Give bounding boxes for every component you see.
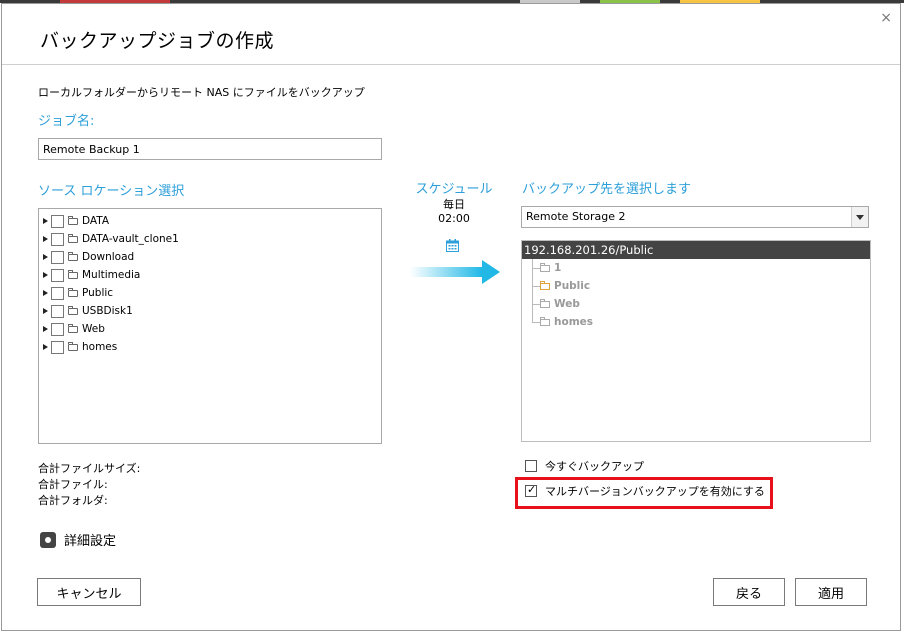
- dest-item-label: Web: [554, 298, 580, 310]
- apply-button[interactable]: 適用: [795, 578, 867, 606]
- expand-arrow-icon[interactable]: [43, 254, 48, 260]
- expand-arrow-icon[interactable]: [43, 236, 48, 242]
- expand-arrow-icon[interactable]: [43, 218, 48, 224]
- destination-root-item[interactable]: 192.168.201.26/Public: [522, 241, 870, 259]
- dest-item-label: 1: [554, 262, 562, 274]
- total-files-label: 合計ファイル:: [38, 478, 108, 491]
- checkbox[interactable]: [51, 250, 64, 264]
- tree-item-data[interactable]: DATA: [43, 212, 109, 230]
- checkbox[interactable]: [51, 286, 64, 300]
- folder-icon: [540, 280, 550, 290]
- destination-folder-tree[interactable]: 192.168.201.26/Public 1 Public Web homes: [521, 240, 871, 442]
- tree-item-public[interactable]: Public: [43, 284, 113, 302]
- folder-icon: [68, 287, 78, 297]
- destination-label: バックアップ先を選択します: [522, 182, 692, 197]
- dest-item-homes[interactable]: homes: [532, 314, 593, 330]
- tree-item-label: DATA-vault_clone1: [82, 233, 179, 245]
- dest-item-label: homes: [554, 316, 594, 328]
- flow-arrow-icon: [410, 260, 500, 284]
- expand-arrow-icon[interactable]: [43, 272, 48, 278]
- tree-item-label: Web: [82, 323, 105, 335]
- advanced-settings-label: 詳細設定: [64, 534, 117, 549]
- schedule-frequency: 毎日: [443, 198, 465, 211]
- highlight-frame: [515, 477, 773, 509]
- backup-now-option[interactable]: 今すぐバックアップ: [525, 458, 644, 474]
- checkbox[interactable]: [51, 232, 64, 246]
- tree-item-data-vault-clone1[interactable]: DATA-vault_clone1: [43, 230, 179, 248]
- schedule-time: 02:00: [438, 212, 470, 225]
- job-name-label: ジョブ名:: [38, 114, 95, 129]
- dialog-subtitle: ローカルフォルダーからリモート NAS にファイルをバックアップ: [38, 86, 365, 99]
- expand-arrow-icon[interactable]: [43, 326, 48, 332]
- folder-icon: [68, 341, 78, 351]
- tree-item-homes[interactable]: homes: [43, 338, 117, 356]
- dest-item-public[interactable]: Public: [532, 278, 590, 294]
- checkbox[interactable]: [51, 214, 64, 228]
- source-folder-tree[interactable]: DATA DATA-vault_clone1 Download Multimed…: [38, 208, 382, 444]
- tree-item-label: Public: [82, 287, 114, 299]
- folder-icon: [68, 233, 78, 243]
- backup-now-label: 今すぐバックアップ: [545, 460, 644, 473]
- create-backup-job-dialog: バックアップジョブの作成 × ローカルフォルダーからリモート NAS にファイル…: [1, 3, 901, 631]
- title-divider: [2, 64, 900, 65]
- expand-arrow-icon[interactable]: [43, 344, 48, 350]
- folder-icon: [68, 251, 78, 261]
- backup-now-checkbox[interactable]: [525, 460, 537, 472]
- checkbox[interactable]: [51, 340, 64, 354]
- folder-icon: [68, 215, 78, 225]
- back-button[interactable]: 戻る: [713, 578, 785, 606]
- folder-icon: [540, 262, 550, 272]
- dest-item-label: Public: [554, 280, 591, 292]
- advanced-settings-link[interactable]: 詳細設定: [40, 530, 116, 549]
- folder-icon: [540, 298, 550, 308]
- dest-item-1[interactable]: 1: [532, 260, 561, 276]
- tree-item-label: DATA: [82, 215, 110, 227]
- total-file-size-label: 合計ファイルサイズ:: [38, 462, 141, 475]
- tree-item-usbdisk1[interactable]: USBDisk1: [43, 302, 133, 320]
- dest-item-web[interactable]: Web: [532, 296, 580, 312]
- total-folders-label: 合計フォルダ:: [38, 494, 108, 507]
- cancel-button[interactable]: キャンセル: [37, 578, 141, 606]
- tree-item-label: Multimedia: [82, 269, 141, 281]
- folder-icon: [68, 305, 78, 315]
- checkbox[interactable]: [51, 322, 64, 336]
- tree-item-label: Download: [82, 251, 135, 263]
- remote-storage-selected: Remote Storage 2: [526, 210, 626, 223]
- checkbox[interactable]: [51, 304, 64, 318]
- close-icon[interactable]: ×: [880, 10, 892, 26]
- tree-item-label: homes: [82, 341, 118, 353]
- tree-item-web[interactable]: Web: [43, 320, 105, 338]
- expand-arrow-icon[interactable]: [43, 290, 48, 296]
- checkbox[interactable]: [51, 268, 64, 282]
- job-name-input[interactable]: [38, 138, 382, 160]
- tree-item-multimedia[interactable]: Multimedia: [43, 266, 140, 284]
- calendar-icon[interactable]: [446, 239, 459, 252]
- folder-icon: [68, 269, 78, 279]
- chevron-down-icon[interactable]: [851, 207, 868, 227]
- folder-icon: [540, 316, 550, 326]
- gear-icon: [40, 531, 56, 548]
- folder-icon: [68, 323, 78, 333]
- dialog-title: バックアップジョブの作成: [40, 30, 275, 52]
- expand-arrow-icon[interactable]: [43, 308, 48, 314]
- schedule-label: スケジュール: [415, 182, 493, 197]
- tree-item-label: USBDisk1: [82, 305, 133, 317]
- remote-storage-select[interactable]: Remote Storage 2: [521, 206, 869, 228]
- tree-item-download[interactable]: Download: [43, 248, 134, 266]
- source-location-label: ソース ロケーション選択: [38, 184, 185, 199]
